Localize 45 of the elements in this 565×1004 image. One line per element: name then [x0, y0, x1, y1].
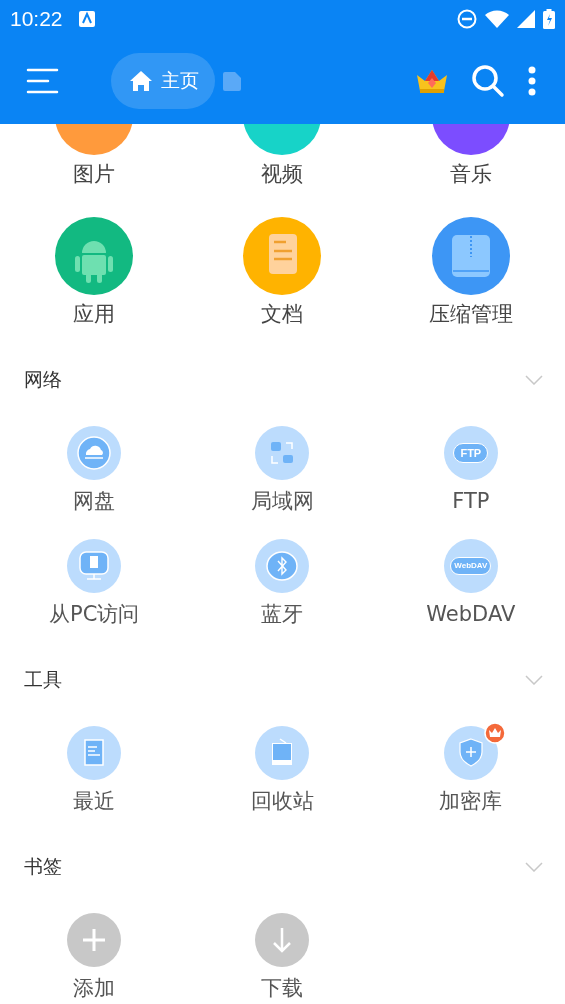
status-time: 10:22 — [10, 7, 63, 31]
category-label[interactable]: 音乐 — [449, 161, 492, 187]
menu-icon[interactable] — [26, 68, 59, 94]
shortcut-label[interactable]: WebDAV — [426, 601, 516, 627]
category-label[interactable]: 文档 — [261, 301, 304, 327]
category-label[interactable]: 图片 — [73, 161, 116, 187]
shortcut-label[interactable]: 从PC访问 — [49, 601, 140, 627]
document-icon — [67, 726, 122, 780]
tag-icon: FTP — [443, 426, 498, 480]
network-icon — [255, 426, 310, 480]
chevron-down-icon[interactable] — [525, 375, 543, 385]
shortcut-label[interactable]: FTP — [452, 488, 490, 514]
shield-icon — [443, 726, 498, 780]
shortcut-label[interactable]: 蓝牙 — [261, 601, 304, 627]
signal-icon — [517, 10, 535, 28]
category-label[interactable]: 应用 — [73, 301, 116, 327]
home-icon — [129, 70, 153, 92]
shortcut-label[interactable]: 最近 — [73, 788, 116, 814]
category-label[interactable]: 视频 — [261, 161, 304, 187]
search-icon[interactable] — [471, 64, 505, 98]
shortcut-label[interactable]: 局域网 — [251, 488, 314, 514]
bluetooth-icon — [255, 539, 310, 593]
wifi-icon — [485, 10, 509, 28]
shortcut-label[interactable]: 添加 — [73, 975, 116, 1001]
monitor-icon — [67, 539, 122, 593]
shortcut-label[interactable]: 回收站 — [251, 788, 314, 814]
download-icon — [255, 913, 310, 967]
chevron-down-icon[interactable] — [525, 862, 543, 872]
shortcut-label[interactable]: 网盘 — [73, 488, 116, 514]
shortcut-label[interactable]: 加密库 — [439, 788, 503, 814]
file-icon[interactable] — [223, 71, 241, 91]
tag-icon: WebDAV — [443, 539, 498, 593]
notification-icon — [78, 11, 95, 27]
do-not-disturb-icon — [457, 9, 477, 29]
shortcut-label[interactable]: 下载 — [261, 975, 304, 1001]
plus-icon — [67, 913, 122, 967]
section-title: 书签 — [24, 854, 62, 879]
trash-bin-icon — [255, 726, 310, 780]
battery-icon — [543, 9, 555, 29]
section-title: 工具 — [24, 667, 62, 692]
chevron-down-icon[interactable] — [525, 675, 543, 685]
cloud-icon — [67, 426, 122, 480]
category-label[interactable]: 压缩管理 — [428, 301, 513, 327]
section-title: 网络 — [24, 367, 62, 392]
more-options-icon[interactable] — [527, 66, 537, 96]
